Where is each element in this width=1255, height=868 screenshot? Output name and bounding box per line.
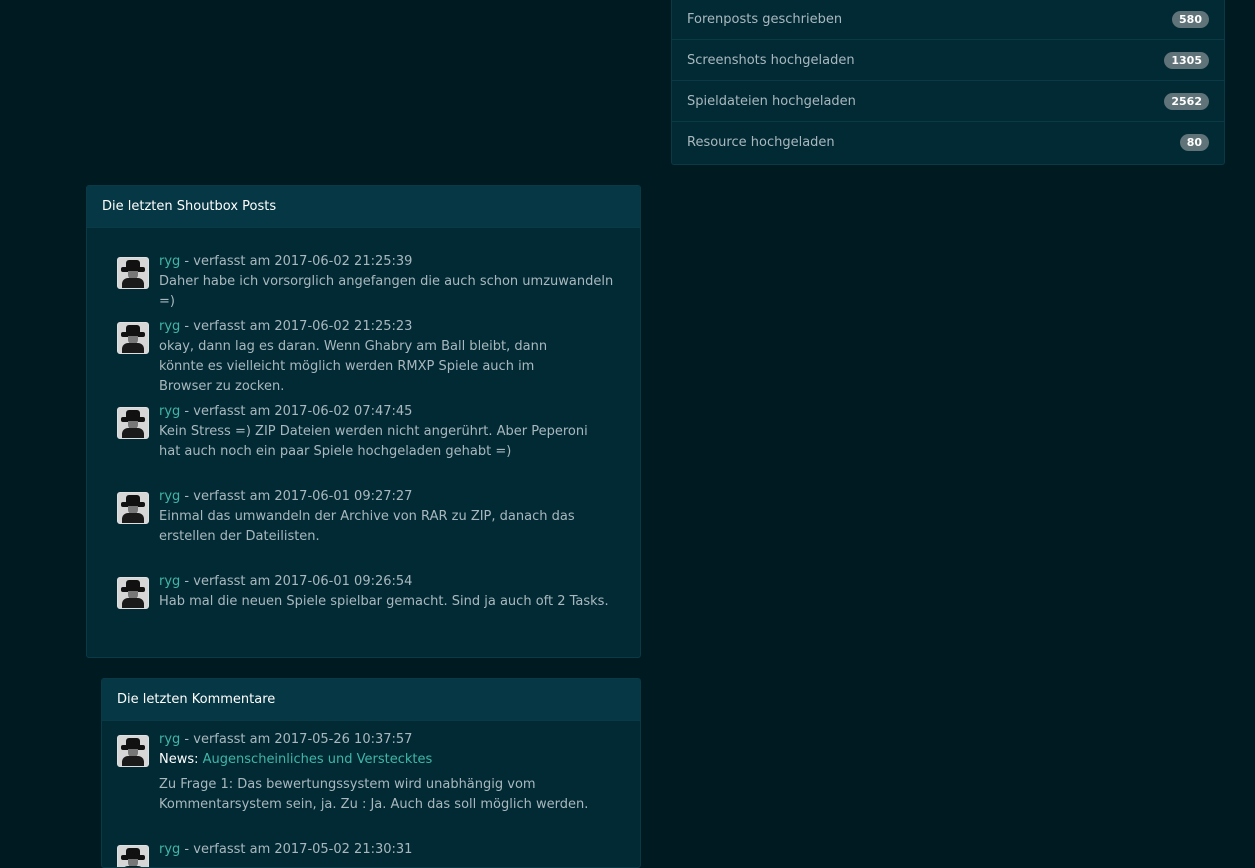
news-label: News: (159, 752, 199, 767)
avatar[interactable] (117, 735, 149, 767)
post-meta: - verfasst am 2017-06-02 07:47:45 (180, 404, 413, 419)
shoutbox-post: ryg - verfasst am 2017-06-02 21:25:23 ok… (117, 319, 587, 397)
comment-text: Zu Frage 1: Das bewertungssystem wird un… (159, 777, 589, 812)
stat-spieldateien[interactable]: Spieldateien hochgeladen 2562 (672, 81, 1224, 122)
stat-label: Spieldateien hochgeladen (687, 93, 856, 109)
panel-title: Die letzten Shoutbox Posts (87, 186, 640, 228)
user-stats-list: Forenposts geschrieben 580 Screenshots h… (671, 0, 1225, 165)
avatar[interactable] (117, 322, 149, 354)
shoutbox-post: ryg - verfasst am 2017-06-01 09:27:27 Ei… (117, 489, 617, 547)
post-meta: - verfasst am 2017-06-01 09:27:27 (180, 489, 413, 504)
author-link[interactable]: ryg (159, 574, 180, 589)
author-link[interactable]: ryg (159, 404, 180, 419)
avatar[interactable] (117, 577, 149, 609)
post-text: Hab mal die neuen Spiele spielbar gemach… (159, 594, 609, 609)
count-badge: 1305 (1164, 51, 1209, 69)
stat-forenposts[interactable]: Forenposts geschrieben 580 (672, 0, 1224, 40)
comment-item: ryg - verfasst am 2017-05-26 10:37:57 Ne… (117, 732, 617, 815)
author-link[interactable]: ryg (159, 319, 180, 334)
count-badge: 80 (1179, 134, 1209, 151)
stat-label: Forenposts geschrieben (687, 11, 843, 27)
stat-label: Screenshots hochgeladen (687, 52, 855, 68)
stat-screenshots[interactable]: Screenshots hochgeladen 1305 (672, 40, 1224, 81)
avatar[interactable] (117, 492, 149, 524)
post-meta: - verfasst am 2017-05-26 10:37:57 (180, 732, 413, 747)
shoutbox-post: ryg - verfasst am 2017-06-01 09:26:54 Ha… (117, 574, 617, 612)
stat-resource[interactable]: Resource hochgeladen 80 (672, 122, 1224, 163)
comment-item: ryg - verfasst am 2017-05-02 21:30:31 (117, 842, 617, 867)
shoutbox-panel: Die letzten Shoutbox Posts ryg - verfass… (86, 185, 641, 658)
avatar[interactable] (117, 257, 149, 289)
author-link[interactable]: ryg (159, 489, 180, 504)
shoutbox-post: ryg - verfasst am 2017-06-02 21:25:39 Da… (117, 254, 617, 312)
post-meta: - verfasst am 2017-06-02 21:25:23 (180, 319, 413, 334)
avatar[interactable] (117, 407, 149, 439)
panel-title: Die letzten Kommentare (102, 679, 640, 721)
post-text: Einmal das umwandeln der Archive von RAR… (159, 509, 575, 544)
post-text: okay, dann lag es daran. Wenn Ghabry am … (159, 339, 548, 394)
stat-label: Resource hochgeladen (687, 135, 835, 150)
author-link[interactable]: ryg (159, 732, 180, 747)
post-text: Daher habe ich vorsorglich angefangen di… (159, 274, 614, 309)
count-badge: 580 (1172, 10, 1209, 28)
news-article-link[interactable]: Augenscheinliches und Verstecktes (203, 752, 433, 767)
post-meta: - verfasst am 2017-06-02 21:25:39 (180, 254, 413, 269)
post-text: Kein Stress =) ZIP Dateien werden nicht … (159, 424, 588, 459)
post-meta: - verfasst am 2017-06-01 09:26:54 (180, 574, 413, 589)
count-badge: 2562 (1164, 92, 1209, 110)
shoutbox-post: ryg - verfasst am 2017-06-02 07:47:45 Ke… (117, 404, 597, 462)
avatar[interactable] (117, 845, 149, 867)
author-link[interactable]: ryg (159, 254, 180, 269)
comments-panel: Die letzten Kommentare ryg - verfasst am… (101, 678, 641, 868)
